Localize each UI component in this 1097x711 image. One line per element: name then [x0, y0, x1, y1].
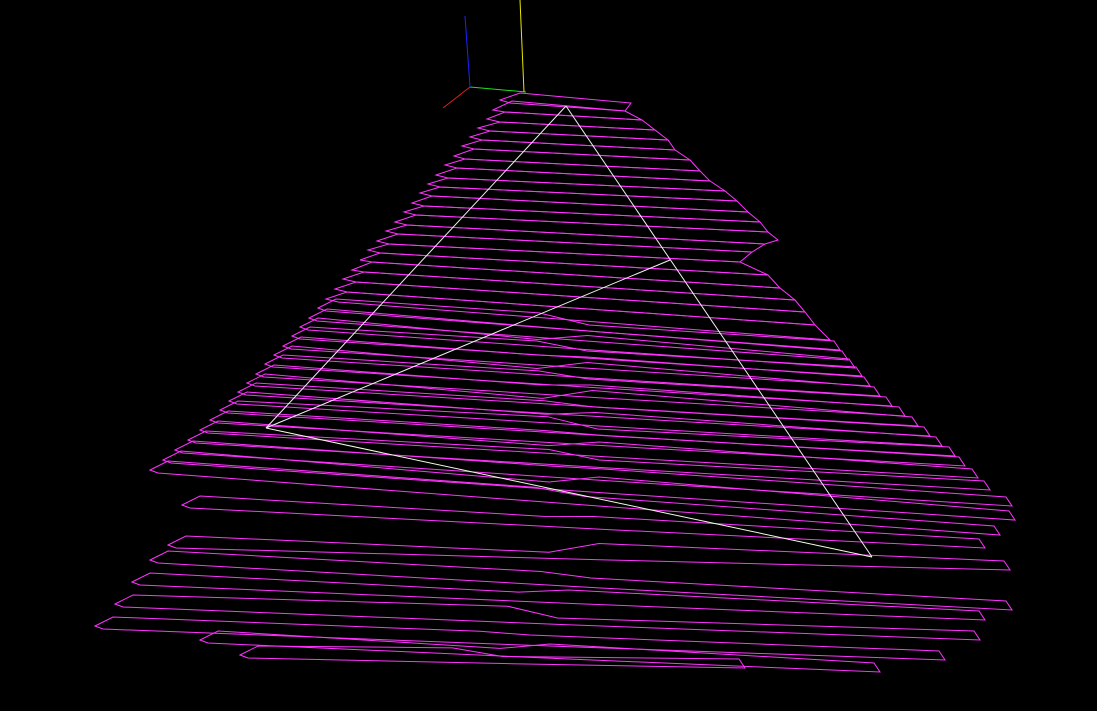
- contour-slice: [290, 326, 863, 377]
- contour-slice: [393, 214, 780, 245]
- contour-slices: [93, 92, 1016, 673]
- contour-slice: [443, 158, 712, 182]
- contour-slice: [198, 630, 881, 673]
- axes-gizmo: [442, 0, 527, 109]
- x-axis-line: [442, 86, 471, 109]
- vertical-axis-line: [519, 0, 525, 93]
- triangle-edge-right: [565, 105, 873, 558]
- contour-slice: [238, 645, 746, 669]
- contour-slice: [180, 495, 986, 549]
- y-axis-line: [469, 86, 527, 93]
- 3d-viewport[interactable]: [0, 0, 1097, 711]
- contour-slice: [341, 271, 807, 313]
- contour-slice: [426, 177, 739, 202]
- triangle-inner-edge: [265, 259, 671, 429]
- contour-slice: [148, 550, 1013, 611]
- z-axis-line: [464, 15, 471, 88]
- contour-slice: [307, 308, 849, 361]
- contour-slice: [173, 440, 1013, 507]
- contour-slice: [93, 616, 946, 661]
- triangle-edge-left: [265, 105, 567, 429]
- contour-slice: [166, 535, 1011, 571]
- contour-slice: [485, 111, 657, 131]
- contour-slice: [350, 261, 797, 301]
- scene-canvas[interactable]: [0, 0, 1097, 711]
- contour-slice: [359, 252, 782, 289]
- contour-slice: [366, 243, 769, 276]
- contour-slice: [476, 121, 670, 141]
